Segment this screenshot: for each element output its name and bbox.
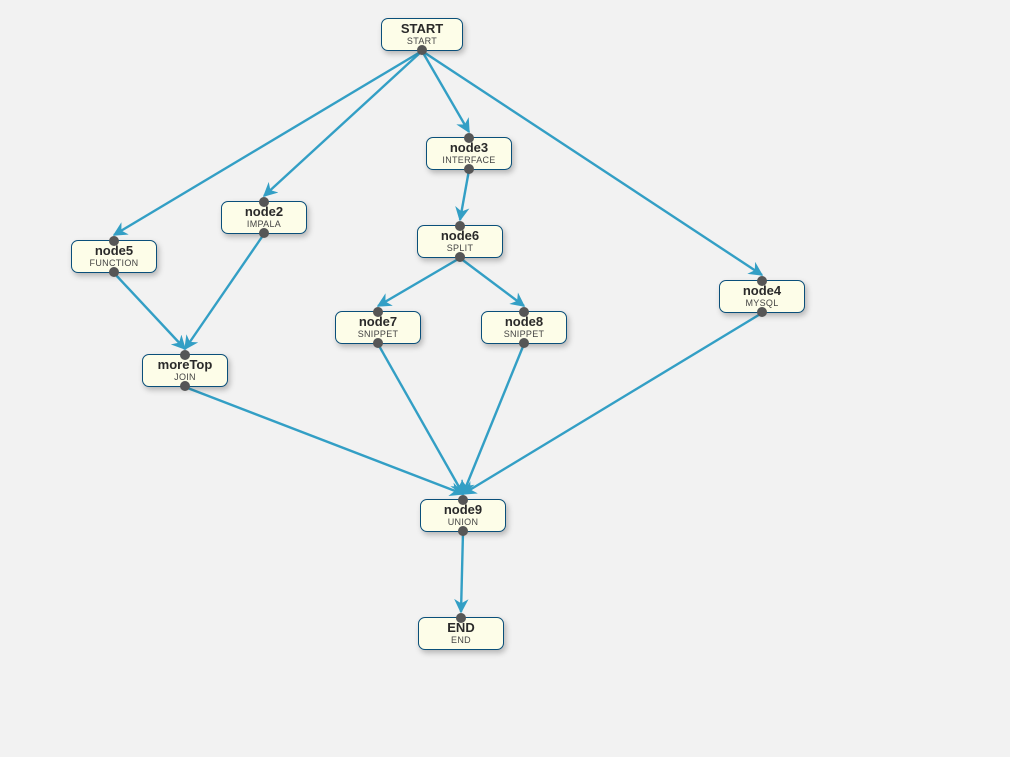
node-start[interactable]: STARTSTART — [381, 18, 463, 51]
port-out-node4[interactable] — [757, 307, 767, 317]
node-title: node4 — [724, 284, 800, 298]
node-title: START — [386, 22, 458, 36]
port-out-node9[interactable] — [458, 526, 468, 536]
node-title: node5 — [76, 244, 152, 258]
port-in-node3[interactable] — [464, 133, 474, 143]
node-end[interactable]: ENDEND — [418, 617, 504, 650]
edge-moreTop-node9 — [185, 387, 463, 494]
port-in-node7[interactable] — [373, 307, 383, 317]
port-out-node7[interactable] — [373, 338, 383, 348]
edge-node8-node9 — [463, 344, 524, 494]
edge-start-node3 — [422, 51, 469, 132]
node-node9[interactable]: node9UNION — [420, 499, 506, 532]
edge-node2-moreTop — [185, 234, 264, 349]
node-title: node6 — [422, 229, 498, 243]
node-node4[interactable]: node4MYSQL — [719, 280, 805, 313]
edge-start-node2 — [264, 51, 422, 196]
port-in-node5[interactable] — [109, 236, 119, 246]
node-title: moreTop — [147, 358, 223, 372]
port-in-node9[interactable] — [458, 495, 468, 505]
port-out-node2[interactable] — [259, 228, 269, 238]
port-in-node2[interactable] — [259, 197, 269, 207]
edge-node9-end — [461, 532, 463, 612]
node-title: node9 — [425, 503, 501, 517]
node-subtitle: END — [423, 635, 499, 645]
port-out-node8[interactable] — [519, 338, 529, 348]
edge-node5-moreTop — [114, 273, 185, 349]
node-node8[interactable]: node8SNIPPET — [481, 311, 567, 344]
node-node2[interactable]: node2IMPALA — [221, 201, 307, 234]
port-out-node3[interactable] — [464, 164, 474, 174]
node-title: node7 — [340, 315, 416, 329]
node-moreTop[interactable]: moreTopJOIN — [142, 354, 228, 387]
port-out-node6[interactable] — [455, 252, 465, 262]
node-title: END — [423, 621, 499, 635]
port-out-node5[interactable] — [109, 267, 119, 277]
edge-node7-node9 — [378, 344, 463, 494]
port-in-node6[interactable] — [455, 221, 465, 231]
node-title: node3 — [431, 141, 507, 155]
node-node6[interactable]: node6SPLIT — [417, 225, 503, 258]
port-in-end[interactable] — [456, 613, 466, 623]
diagram-canvas[interactable]: STARTSTART node3INTERFACE node2IMPALA node5… — [0, 0, 1010, 757]
node-node3[interactable]: node3INTERFACE — [426, 137, 512, 170]
port-in-node8[interactable] — [519, 307, 529, 317]
node-node5[interactable]: node5FUNCTION — [71, 240, 157, 273]
node-title: node8 — [486, 315, 562, 329]
edge-node6-node7 — [378, 258, 460, 306]
edge-node6-node8 — [460, 258, 524, 306]
node-title: node2 — [226, 205, 302, 219]
port-in-node4[interactable] — [757, 276, 767, 286]
port-out-start[interactable] — [417, 45, 427, 55]
port-in-moreTop[interactable] — [180, 350, 190, 360]
port-out-moreTop[interactable] — [180, 381, 190, 391]
node-node7[interactable]: node7SNIPPET — [335, 311, 421, 344]
edge-node3-node6 — [460, 170, 469, 220]
